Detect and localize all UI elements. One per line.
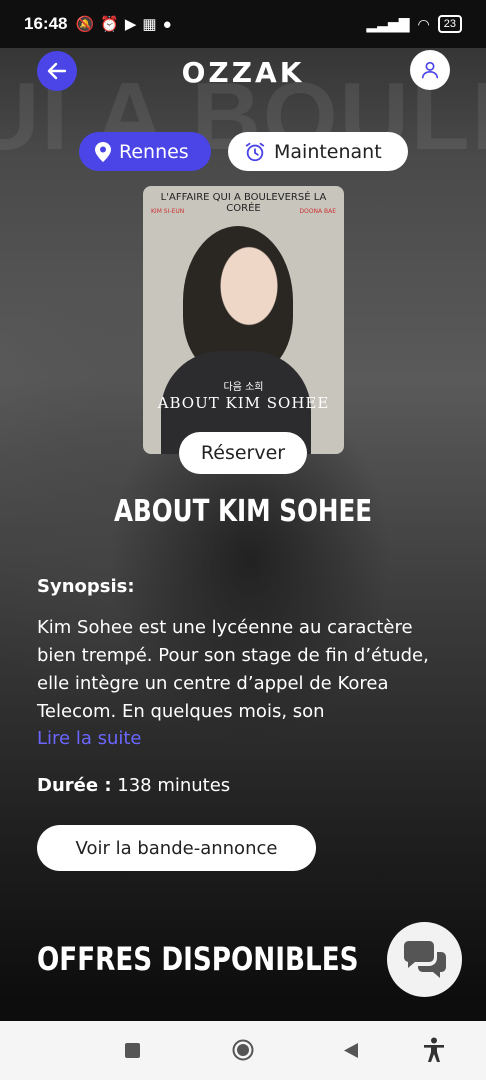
duration-value: 138 minutes <box>117 775 231 796</box>
circle-icon <box>232 1039 254 1061</box>
battery-icon: 23 <box>437 15 462 33</box>
recents-button[interactable] <box>125 1043 140 1058</box>
accessibility-icon <box>424 1037 444 1062</box>
youtube-icon: ▶ <box>124 16 137 33</box>
home-button[interactable] <box>232 1039 254 1061</box>
alarm-icon: ⏰ <box>100 16 119 33</box>
wifi-icon: ◠ <box>417 15 430 32</box>
time-filter-button[interactable]: Maintenant <box>228 132 408 171</box>
user-icon <box>421 61 439 79</box>
signal-icon: ▂▃▅▇ <box>366 15 410 32</box>
duration: Durée : 138 minutes <box>37 775 230 796</box>
synopsis-text: Kim Sohee est une lycéenne au caractère … <box>37 617 429 722</box>
movie-poster: L'AFFAIRE QUI A BOULEVERSÉ LA CORÉE KIM … <box>143 186 344 454</box>
trailer-button[interactable]: Voir la bande-annonce <box>37 825 316 871</box>
synopsis-label: Synopsis: <box>37 576 135 597</box>
city-label: Rennes <box>119 140 189 163</box>
duration-label: Durée : <box>37 775 112 796</box>
chat-button[interactable] <box>387 922 462 997</box>
poster-korean-title: 다음 소희 <box>223 382 264 393</box>
city-filter-button[interactable]: Rennes <box>79 132 211 171</box>
location-pin-icon <box>95 141 111 162</box>
read-more-link[interactable]: Lire la suite <box>37 728 142 749</box>
chat-notification-icon: ● <box>162 15 172 33</box>
system-nav-bar <box>0 1021 486 1080</box>
offers-heading: OFFRES DISPONIBLES <box>37 940 359 978</box>
poster-actors: KIM SI-EUN DOONA BAE <box>151 208 336 215</box>
notification-icons: 🔕 ⏰ ▶ ▦ ● <box>75 15 172 34</box>
back-nav-button[interactable] <box>343 1042 359 1059</box>
profile-button[interactable] <box>410 50 450 90</box>
status-time: 16:48 <box>24 14 68 33</box>
poster-actor-right: DOONA BAE <box>299 208 336 215</box>
reserve-button[interactable]: Réserver <box>179 432 307 474</box>
mute-icon: 🔕 <box>75 16 95 33</box>
system-icons: ▂▃▅▇ ◠ 23 <box>366 15 462 33</box>
square-icon <box>125 1043 140 1058</box>
alarm-clock-icon <box>245 142 265 161</box>
time-label: Maintenant <box>274 140 382 163</box>
movie-title: ABOUT KIM SOHEE <box>113 494 373 529</box>
chat-bubbles-icon <box>403 940 446 978</box>
qr-icon: ▦ <box>142 16 157 33</box>
status-bar: 16:48 🔕 ⏰ ▶ ▦ ● ▂▃▅▇ ◠ 23 <box>0 0 486 48</box>
accessibility-button[interactable] <box>422 1037 446 1063</box>
triangle-back-icon <box>344 1043 358 1058</box>
poster-actor-left: KIM SI-EUN <box>151 208 185 215</box>
poster-title: ABOUT KIM SOHEE <box>157 394 330 412</box>
